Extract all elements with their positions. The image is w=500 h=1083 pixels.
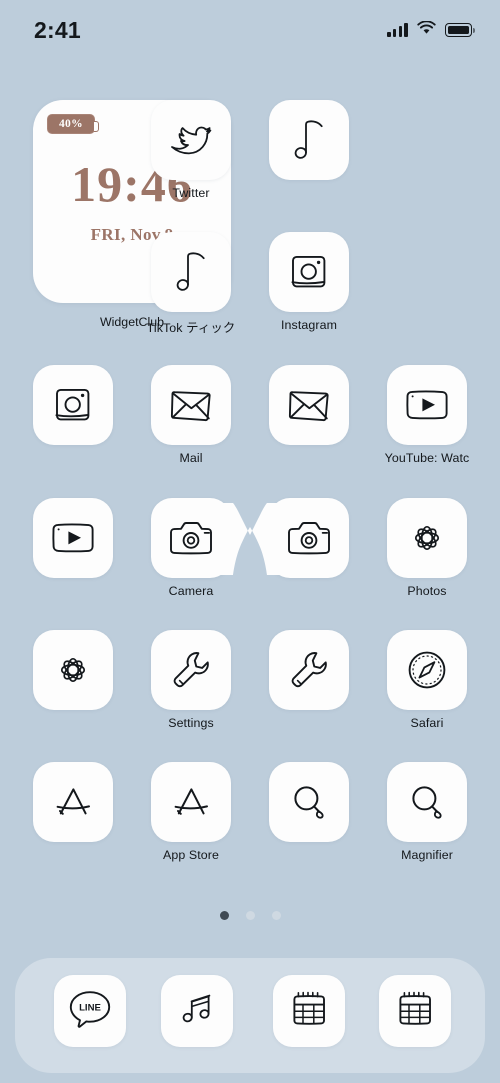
music-note-icon <box>172 250 210 294</box>
flower-icon <box>51 648 95 692</box>
app-grid: Twitter TikTok ティック Instagram Mail YouTu… <box>0 0 500 1083</box>
dock: LINE <box>15 958 485 1073</box>
app-label: Safari <box>410 716 444 730</box>
app-tile[interactable] <box>33 630 113 710</box>
calendar-icon <box>394 988 436 1035</box>
app-icon-cell[interactable] <box>33 630 113 710</box>
app-tile[interactable] <box>269 365 349 445</box>
app-tile[interactable] <box>33 762 113 842</box>
app-tile[interactable] <box>387 630 467 710</box>
compass-icon <box>405 648 449 692</box>
envelope-icon <box>286 387 332 423</box>
page-dot-2[interactable] <box>245 911 255 920</box>
magnifier-icon <box>406 781 448 823</box>
dock-app-calendar[interactable] <box>379 975 451 1047</box>
app-tile[interactable] <box>269 232 349 312</box>
app-icon-cell[interactable] <box>33 498 113 578</box>
dock-app-calendar[interactable] <box>273 975 345 1047</box>
app-icon-cell[interactable]: Camera <box>151 498 231 598</box>
app-label: Magnifier <box>401 848 453 862</box>
app-tile[interactable] <box>269 498 349 578</box>
line-chat-icon: LINE <box>66 987 114 1036</box>
dock-app-line[interactable]: LINE <box>54 975 126 1047</box>
app-tile[interactable] <box>387 762 467 842</box>
app-label: Mail <box>179 451 203 465</box>
app-tile[interactable] <box>269 100 349 180</box>
appstore-a-icon <box>52 782 94 822</box>
app-icon-cell[interactable]: TikTok ティック <box>147 232 235 336</box>
music-note-icon <box>290 118 328 162</box>
app-tile[interactable] <box>151 100 231 180</box>
flower-icon <box>405 516 449 560</box>
camera-icon <box>285 519 333 557</box>
camera-square-icon <box>287 251 331 293</box>
calendar-icon <box>288 988 330 1035</box>
app-icon-cell[interactable]: Settings <box>151 630 231 730</box>
app-label: Twitter <box>172 186 210 200</box>
app-icon-cell[interactable] <box>269 630 349 710</box>
app-icon-cell[interactable]: App Store <box>151 762 231 862</box>
app-tile[interactable] <box>151 762 231 842</box>
page-dot-3[interactable] <box>271 911 281 920</box>
app-tile[interactable] <box>387 498 467 578</box>
appstore-a-icon <box>170 782 212 822</box>
app-tile[interactable] <box>151 630 231 710</box>
app-icon-cell[interactable] <box>269 498 349 578</box>
magnifier-icon <box>288 781 330 823</box>
app-tile[interactable] <box>151 232 231 312</box>
app-icon-cell[interactable]: Photos <box>387 498 467 598</box>
app-tile[interactable] <box>269 762 349 842</box>
wrench-icon <box>288 649 330 691</box>
page-indicator[interactable] <box>0 911 500 920</box>
app-icon-cell[interactable]: Mail <box>151 365 231 465</box>
app-icon-cell[interactable]: Instagram <box>269 232 349 332</box>
app-label: YouTube: Watc <box>384 451 470 465</box>
app-tile[interactable] <box>33 498 113 578</box>
camera-square-icon <box>51 384 95 426</box>
app-label: Camera <box>168 584 214 598</box>
wrench-icon <box>170 649 212 691</box>
app-icon-cell[interactable] <box>33 365 113 445</box>
app-tile[interactable] <box>33 365 113 445</box>
app-label: Instagram <box>281 318 337 332</box>
app-tile[interactable] <box>387 365 467 445</box>
camera-icon <box>167 519 215 557</box>
app-icon-cell[interactable] <box>269 100 349 180</box>
youtube-play-icon <box>49 520 97 556</box>
svg-text:LINE: LINE <box>79 1002 101 1013</box>
app-icon-cell[interactable]: Twitter <box>151 100 231 200</box>
app-tile[interactable] <box>269 630 349 710</box>
app-icon-cell[interactable]: Safari <box>387 630 467 730</box>
app-icon-cell[interactable] <box>269 365 349 445</box>
page-dot-1[interactable] <box>219 911 229 920</box>
app-icon-cell[interactable]: YouTube: Watc <box>385 365 469 465</box>
app-icon-cell[interactable] <box>269 762 349 842</box>
app-tile[interactable] <box>151 498 231 578</box>
app-label: App Store <box>162 848 219 862</box>
app-tile[interactable] <box>151 365 231 445</box>
app-label: TikTok ティック <box>146 321 236 335</box>
app-icon-cell[interactable]: Magnifier <box>387 762 467 862</box>
app-label: Photos <box>407 584 447 598</box>
app-label: Settings <box>168 716 214 730</box>
youtube-play-icon <box>403 387 451 423</box>
dock-app-music[interactable] <box>161 975 233 1047</box>
envelope-icon <box>168 387 214 423</box>
music-double-note-icon <box>175 989 219 1034</box>
app-icon-cell[interactable] <box>33 762 113 842</box>
twitter-bird-icon <box>168 120 214 160</box>
